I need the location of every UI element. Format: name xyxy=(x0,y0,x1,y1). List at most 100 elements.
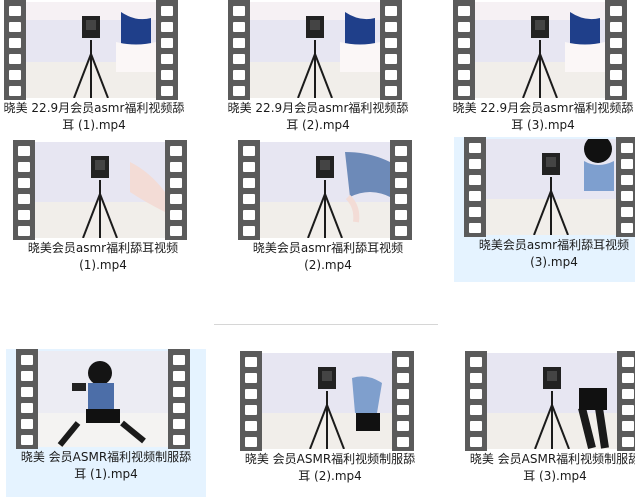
film-hole xyxy=(469,143,481,153)
film-hole xyxy=(173,355,185,365)
film-hole xyxy=(470,373,482,383)
film-hole xyxy=(161,6,173,16)
film-hole xyxy=(622,357,634,367)
film-hole xyxy=(610,54,622,64)
film-hole xyxy=(161,86,173,96)
film-hole xyxy=(385,86,397,96)
film-hole xyxy=(458,70,470,80)
film-hole xyxy=(170,194,182,204)
film-hole xyxy=(21,387,33,397)
film-hole xyxy=(385,22,397,32)
film-hole xyxy=(621,175,633,185)
file-name-label: 晓美 会员ASMR福利视频制服舔耳 (1).mp4 xyxy=(6,449,206,483)
filmstrip-right-icon xyxy=(617,351,635,451)
file-tile[interactable]: 晓美 22.9月会员asmr福利视频舔耳 (1).mp4 xyxy=(0,0,194,150)
file-name-line-1: 晓美 22.9月会员asmr福利视频舔 xyxy=(452,101,634,115)
filmstrip-left-icon xyxy=(238,140,260,240)
film-hole xyxy=(243,178,255,188)
film-hole xyxy=(18,178,30,188)
film-hole xyxy=(470,437,482,447)
film-hole xyxy=(18,194,30,204)
film-hole xyxy=(245,357,257,367)
film-hole xyxy=(621,143,633,153)
film-hole xyxy=(610,70,622,80)
file-tile[interactable]: 晓美 会员ASMR福利视频制服舔耳 (2).mp4 xyxy=(230,351,430,501)
video-thumbnail[interactable] xyxy=(4,0,178,100)
file-name-line-2: (2).mp4 xyxy=(304,258,352,272)
video-thumbnail[interactable] xyxy=(240,351,414,451)
film-hole xyxy=(385,70,397,80)
file-name-label: 晓美 22.9月会员asmr福利视频舔耳 (3).mp4 xyxy=(443,100,635,134)
film-hole xyxy=(173,403,185,413)
file-tile[interactable]: 晓美会员asmr福利舔耳视频 (1).mp4 xyxy=(3,140,203,290)
filmstrip-left-icon xyxy=(464,137,486,237)
file-name-line-2: 耳 (2).mp4 xyxy=(286,118,350,132)
film-hole xyxy=(469,159,481,169)
film-hole xyxy=(243,210,255,220)
film-hole xyxy=(458,86,470,96)
film-hole xyxy=(233,70,245,80)
video-frame-preview xyxy=(250,2,380,98)
film-hole xyxy=(397,421,409,431)
film-hole xyxy=(395,146,407,156)
file-name-line-1: 晓美 22.9月会员asmr福利视频舔 xyxy=(3,101,185,115)
file-name-label: 晓美 会员ASMR福利视频制服舔耳 (2).mp4 xyxy=(230,451,430,485)
film-hole xyxy=(245,405,257,415)
video-thumbnail[interactable] xyxy=(465,351,635,451)
film-hole xyxy=(621,223,633,233)
film-hole xyxy=(173,419,185,429)
film-hole xyxy=(458,54,470,64)
film-hole xyxy=(469,175,481,185)
file-name-line-2: 耳 (3).mp4 xyxy=(511,118,575,132)
file-name-line-2: (1).mp4 xyxy=(79,258,127,272)
file-tile[interactable]: 晓美 22.9月会员asmr福利视频舔耳 (3).mp4 xyxy=(443,0,635,150)
film-hole xyxy=(395,210,407,220)
file-name-line-2: 耳 (1).mp4 xyxy=(62,118,126,132)
film-hole xyxy=(173,387,185,397)
film-hole xyxy=(397,373,409,383)
film-hole xyxy=(397,357,409,367)
film-hole xyxy=(233,86,245,96)
file-tile[interactable]: 晓美 22.9月会员asmr福利视频舔耳 (2).mp4 xyxy=(218,0,418,150)
film-hole xyxy=(9,86,21,96)
file-name-line-1: 晓美 22.9月会员asmr福利视频舔 xyxy=(227,101,409,115)
film-hole xyxy=(161,54,173,64)
file-name-line-2: (3).mp4 xyxy=(530,255,578,269)
file-name-label: 晓美 22.9月会员asmr福利视频舔耳 (2).mp4 xyxy=(218,100,418,134)
film-hole xyxy=(161,38,173,48)
film-hole xyxy=(385,38,397,48)
film-hole xyxy=(243,162,255,172)
video-thumbnail[interactable] xyxy=(228,0,402,100)
film-hole xyxy=(470,421,482,431)
film-hole xyxy=(18,226,30,236)
film-hole xyxy=(21,403,33,413)
file-tile[interactable]: 晓美 会员ASMR福利视频制服舔耳 (1).mp4 xyxy=(6,349,206,497)
film-hole xyxy=(469,207,481,217)
film-hole xyxy=(21,355,33,365)
film-hole xyxy=(622,405,634,415)
file-name-line-1: 晓美会员asmr福利舔耳视频 xyxy=(27,241,179,255)
file-name-label: 晓美会员asmr福利舔耳视频 (1).mp4 xyxy=(3,240,203,274)
film-hole xyxy=(458,6,470,16)
video-thumbnail[interactable] xyxy=(453,0,627,100)
film-hole xyxy=(621,207,633,217)
film-hole xyxy=(458,22,470,32)
film-hole xyxy=(170,162,182,172)
filmstrip-right-icon xyxy=(605,0,627,100)
file-tile[interactable]: 晓美 会员ASMR福利视频制服舔耳 (3).mp4 xyxy=(455,351,635,501)
video-frame-preview xyxy=(260,142,390,238)
video-thumbnail[interactable] xyxy=(13,140,187,240)
file-tile[interactable]: 晓美会员asmr福利舔耳视频 (2).mp4 xyxy=(228,140,428,290)
file-name-line-1: 晓美会员asmr福利舔耳视频 xyxy=(252,241,404,255)
file-tile[interactable]: 晓美会员asmr福利舔耳视频 (3).mp4 xyxy=(454,137,635,282)
video-thumbnail[interactable] xyxy=(16,349,190,449)
film-hole xyxy=(233,22,245,32)
video-thumbnail[interactable] xyxy=(464,137,635,237)
film-hole xyxy=(161,70,173,80)
video-thumbnail[interactable] xyxy=(238,140,412,240)
film-hole xyxy=(243,146,255,156)
film-hole xyxy=(9,70,21,80)
file-name-line-2: 耳 (2).mp4 xyxy=(298,469,362,483)
film-hole xyxy=(470,357,482,367)
filmstrip-left-icon xyxy=(13,140,35,240)
